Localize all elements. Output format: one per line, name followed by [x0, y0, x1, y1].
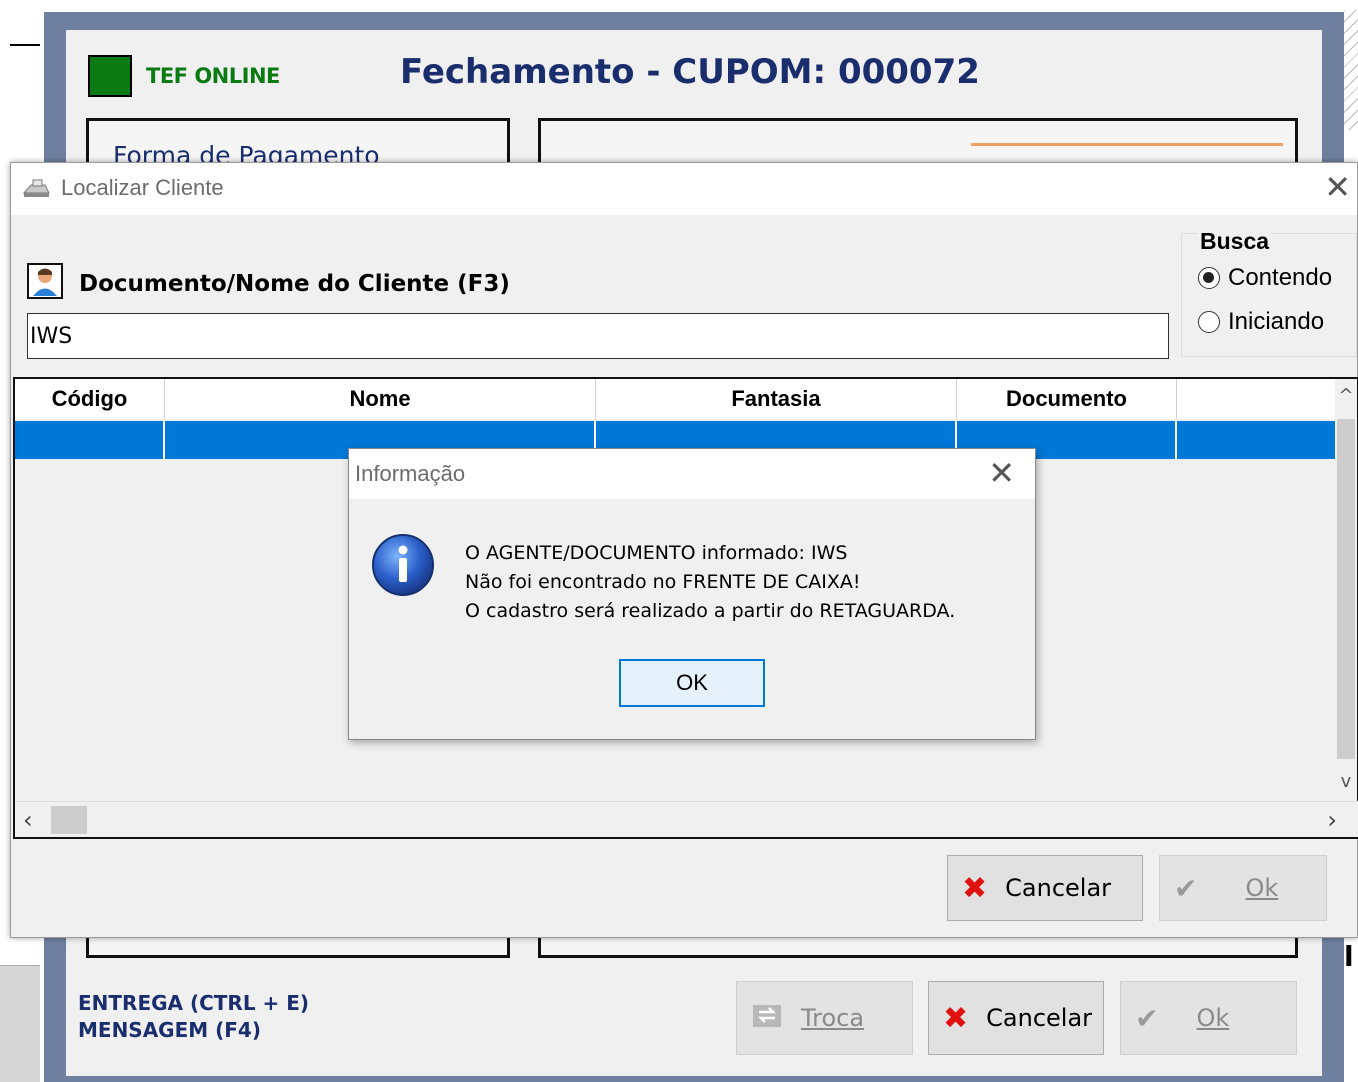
horizontal-scroll-thumb[interactable]: [51, 806, 87, 834]
busca-group: Busca Contendo Iniciando: [1181, 228, 1357, 357]
exchange-icon: [751, 999, 783, 1037]
vertical-scrollbar[interactable]: ^ v: [1335, 379, 1357, 799]
close-icon[interactable]: ✕: [988, 457, 1015, 489]
side-glyph: l: [1344, 940, 1354, 973]
radio-iniciando[interactable]: Iniciando: [1198, 308, 1324, 336]
info-icon: [372, 534, 434, 596]
check-icon: ✔: [1135, 1001, 1159, 1035]
info-title: Informação: [355, 461, 466, 486]
scroll-up-icon[interactable]: ^: [1335, 385, 1357, 406]
troca-button[interactable]: Troca: [736, 981, 913, 1055]
radio-contendo-circle[interactable]: [1198, 267, 1220, 289]
tef-status-indicator: [88, 55, 132, 97]
ok-button[interactable]: ✔ Ok: [1159, 855, 1327, 921]
troca-label: Troca: [801, 1004, 865, 1032]
radio-iniciando-circle[interactable]: [1198, 311, 1220, 333]
search-input[interactable]: [27, 313, 1169, 359]
info-titlebar: Informação ✕: [349, 449, 1035, 499]
check-icon: ✔: [1174, 871, 1198, 905]
column-extra: [1177, 379, 1337, 419]
grid-header: Código Nome Fantasia Documento: [15, 379, 1337, 419]
scroll-down-icon[interactable]: v: [1335, 771, 1357, 792]
cancelar-label: Cancelar: [1005, 874, 1112, 902]
x-icon: ✖: [943, 1000, 969, 1036]
scroll-right-icon[interactable]: ›: [1327, 806, 1337, 834]
bg-cancelar-button[interactable]: ✖ Cancelar: [928, 981, 1104, 1055]
fechamento-title: Fechamento - CUPOM: 000072: [400, 52, 980, 92]
shortcut-links: ENTREGA (CTRL + E) MENSAGEM (F4): [78, 990, 309, 1044]
info-line: O cadastro será realizado a partir do RE…: [465, 600, 956, 622]
informacao-dialog: Informação ✕ O AGENTE/DOCUMENTO informad…: [348, 448, 1036, 740]
entrega-shortcut[interactable]: ENTREGA (CTRL + E): [78, 990, 309, 1017]
orange-accent-line: [971, 143, 1283, 146]
column-nome[interactable]: Nome: [165, 379, 596, 419]
radio-contendo-label: Contendo: [1228, 264, 1333, 291]
bg-ok-button[interactable]: ✔ Ok: [1120, 981, 1297, 1055]
column-codigo[interactable]: Código: [15, 379, 165, 419]
cell: [15, 421, 165, 459]
left-divider: [10, 44, 40, 46]
localizar-titlebar: Localizar Cliente ✕: [11, 163, 1357, 215]
horizontal-scrollbar[interactable]: ‹ ›: [15, 801, 1358, 837]
tef-status-label: TEF ONLINE: [146, 64, 280, 88]
hatch-decoration: [1344, 10, 1358, 130]
bg-cancelar-label: Cancelar: [986, 1004, 1093, 1032]
busca-title: Busca: [1198, 228, 1272, 255]
info-ok-button[interactable]: OK: [619, 659, 765, 707]
info-line: Não foi encontrado no FRENTE DE CAIXA!: [465, 571, 861, 593]
bg-ok-label: Ok: [1196, 1004, 1230, 1032]
column-documento[interactable]: Documento: [957, 379, 1177, 419]
info-line: O AGENTE/DOCUMENTO informado: IWS: [465, 542, 848, 564]
left-gray-panel: [0, 965, 40, 1082]
info-message: O AGENTE/DOCUMENTO informado: IWS Não fo…: [465, 539, 955, 626]
localizar-title: Localizar Cliente: [61, 175, 224, 200]
mensagem-shortcut[interactable]: MENSAGEM (F4): [78, 1017, 309, 1044]
x-icon: ✖: [962, 870, 988, 906]
search-label: Documento/Nome do Cliente (F3): [79, 271, 510, 297]
column-fantasia[interactable]: Fantasia: [596, 379, 957, 419]
search-label-text: Documento/Nome do Cliente (F3): [79, 271, 510, 297]
vertical-scroll-thumb[interactable]: [1337, 419, 1355, 759]
close-icon[interactable]: ✕: [1324, 171, 1351, 203]
user-icon: [27, 263, 63, 299]
cancelar-button[interactable]: ✖ Cancelar: [947, 855, 1143, 921]
scroll-left-icon[interactable]: ‹: [23, 806, 33, 834]
radio-iniciando-label: Iniciando: [1228, 308, 1325, 335]
radio-contendo[interactable]: Contendo: [1198, 264, 1332, 292]
ok-label: Ok: [1245, 874, 1279, 902]
cash-register-icon: [22, 179, 50, 197]
